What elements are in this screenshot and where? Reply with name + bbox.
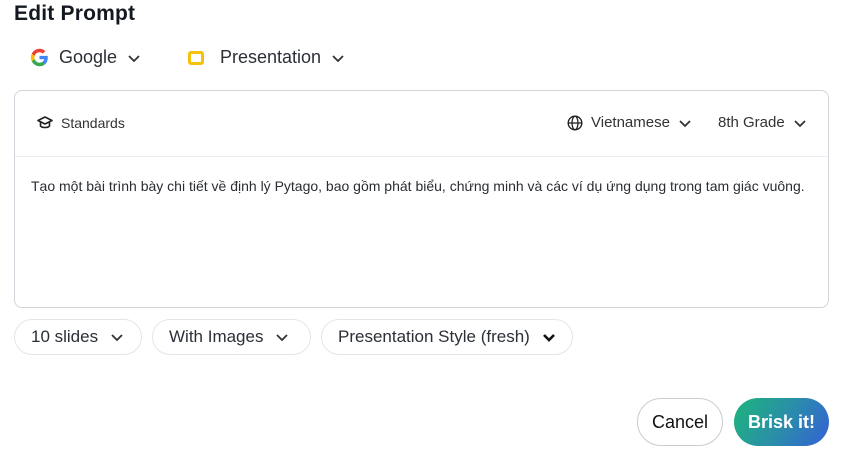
- chevron-down-icon: [332, 54, 344, 62]
- format-dropdown[interactable]: Presentation: [188, 47, 345, 68]
- images-dropdown[interactable]: With Images: [152, 319, 311, 355]
- style-dropdown[interactable]: Presentation Style (fresh): [321, 319, 573, 355]
- chevron-down-icon: [111, 334, 123, 342]
- standards-button[interactable]: Standards: [37, 115, 125, 131]
- provider-label: Google: [59, 47, 118, 67]
- chevron-down-icon: [794, 119, 806, 127]
- format-label: Presentation: [220, 47, 322, 67]
- standards-label: Standards: [61, 115, 125, 131]
- slides-count-label: 10 slides: [31, 327, 99, 346]
- style-label: Presentation Style (fresh): [338, 327, 530, 346]
- page-title: Edit Prompt: [14, 2, 136, 25]
- language-label: Vietnamese: [591, 114, 670, 131]
- images-label: With Images: [169, 327, 264, 346]
- grade-label: 8th Grade: [718, 114, 785, 131]
- prompt-textarea[interactable]: Tạo một bài trình bày chi tiết về định l…: [31, 174, 816, 198]
- language-dropdown[interactable]: Vietnamese: [567, 114, 692, 131]
- chevron-down-icon: [128, 54, 140, 62]
- provider-dropdown[interactable]: Google: [30, 47, 141, 68]
- prompt-card-header: Standards Vietnamese 8th Grade: [15, 91, 828, 157]
- globe-icon: [567, 114, 583, 131]
- chevron-down-icon: [542, 334, 555, 342]
- chevron-down-icon: [679, 119, 691, 127]
- chevron-down-icon: [276, 334, 289, 342]
- cancel-button[interactable]: Cancel: [637, 398, 723, 446]
- slides-icon: [188, 50, 204, 65]
- graduation-cap-icon: [37, 116, 53, 129]
- google-icon: [30, 48, 48, 67]
- prompt-card: Standards Vietnamese 8th Grade Tạo một b…: [14, 90, 829, 308]
- brisk-it-button[interactable]: Brisk it!: [734, 398, 829, 446]
- grade-dropdown[interactable]: 8th Grade: [718, 114, 807, 131]
- slides-count-dropdown[interactable]: 10 slides: [14, 319, 142, 355]
